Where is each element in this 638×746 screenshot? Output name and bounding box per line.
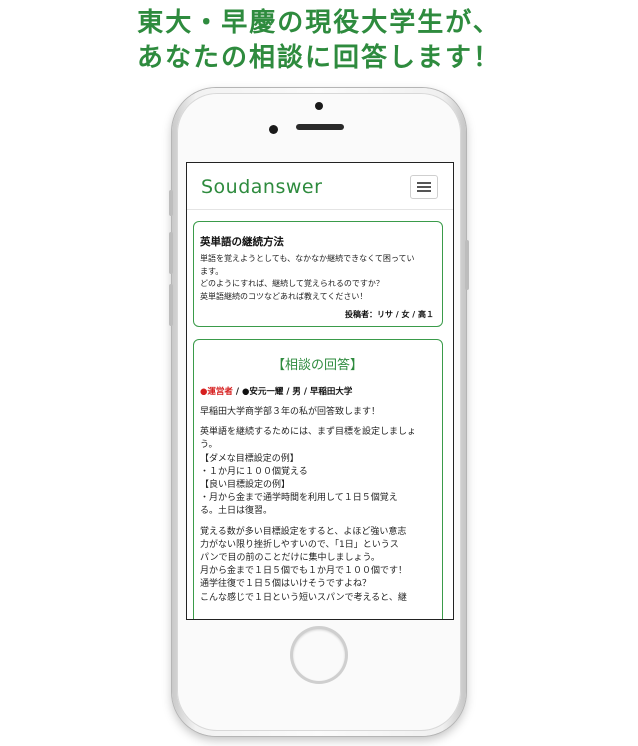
answer-line: 力がない限り挫折しやすいので、「1日」というス [200, 539, 399, 550]
answer-line: 月から金まで１日５個でも１か月で１００個です！ [200, 566, 408, 577]
answer-line: ・１か月に１００個覚える [200, 466, 308, 477]
answer-line: パンで目の前のことだけに集中しましょう。 [200, 553, 380, 564]
answer-line: こんな感じで１日という短いスパンで考えると、継 [200, 592, 407, 603]
menu-bar [417, 182, 431, 184]
menu-bar [417, 190, 431, 192]
answer-line: ・月から金まで通学時間を利用して１日５個覚え [200, 493, 398, 504]
answer-line: 【ダメな目標設定の例】 [200, 453, 299, 464]
question-line: ます。 [200, 266, 224, 276]
headline-line-1: 東大・早慶の現役大学生が、 [137, 8, 501, 38]
proximity-sensor [315, 102, 323, 110]
mute-switch [169, 190, 173, 216]
question-card: 英単語の継続方法 単語を覚えようとしても、なかなか継続できなくて困ってい ます。… [193, 221, 443, 327]
question-poster: 投稿者：リサ / 女 / 高１ [345, 310, 434, 319]
brand-logo[interactable]: Soudanswer [201, 176, 322, 198]
answer-line: る。土日は復習。 [200, 506, 273, 517]
question-title: 英単語の継続方法 [200, 236, 284, 248]
answerer-info: ●運営者 / ●安元一耀 / 男 / 早稲田大学 [200, 385, 352, 397]
answer-card: 【相談の回答】 ●運営者 / ●安元一耀 / 男 / 早稲田大学 早稲田大学商学… [193, 339, 443, 619]
volume-down-button [169, 284, 173, 326]
answerer-role: ●運営者 [200, 387, 233, 397]
answer-line: 覚える数が多い目標設定をすると、よほど強い意志 [200, 526, 407, 537]
power-button [465, 240, 469, 290]
phone-screen: Soudanswer 英単語の継続方法 単語を覚えようとしても、なかなか継続でき… [186, 162, 454, 620]
hamburger-menu-icon[interactable] [410, 175, 438, 199]
menu-bar [417, 186, 431, 188]
question-line: どのようにすれば、継続して覚えられるのですか？ [200, 279, 384, 288]
answer-line: 【良い目標設定の例】 [200, 480, 291, 491]
headline-line-2: あなたの相談に回答します！ [136, 43, 501, 73]
front-camera-icon [269, 125, 278, 134]
answer-line: う。 [200, 440, 218, 451]
answerer-details: / ●安元一耀 / 男 / 早稲田大学 [232, 387, 353, 397]
question-line: 単語を覚えようとしても、なかなか継続できなくて困ってい [200, 254, 415, 263]
answer-line: 通学往復で１日５個はいけそうですよね？ [200, 579, 372, 590]
answer-line: 早稲田大学商学部３年の私が回答致します！ [200, 407, 381, 417]
answer-line: 英単語を継続するためには、まず目標を設定しましょ [200, 427, 417, 438]
navbar: Soudanswer [187, 163, 453, 210]
home-button[interactable] [293, 629, 345, 681]
question-line: 英単語継続のコツなどあれば教えてください！ [200, 291, 368, 301]
question-body: 単語を覚えようとしても、なかなか継続できなくて困ってい ます。 どのようにすれば… [200, 253, 438, 303]
earpiece-speaker [296, 124, 344, 130]
answer-body: 早稲田大学商学部３年の私が回答致します！ 英単語を継続するためには、まず目標を設… [200, 406, 440, 605]
answer-heading: 【相談の回答】 [271, 358, 363, 373]
volume-up-button [169, 232, 173, 274]
